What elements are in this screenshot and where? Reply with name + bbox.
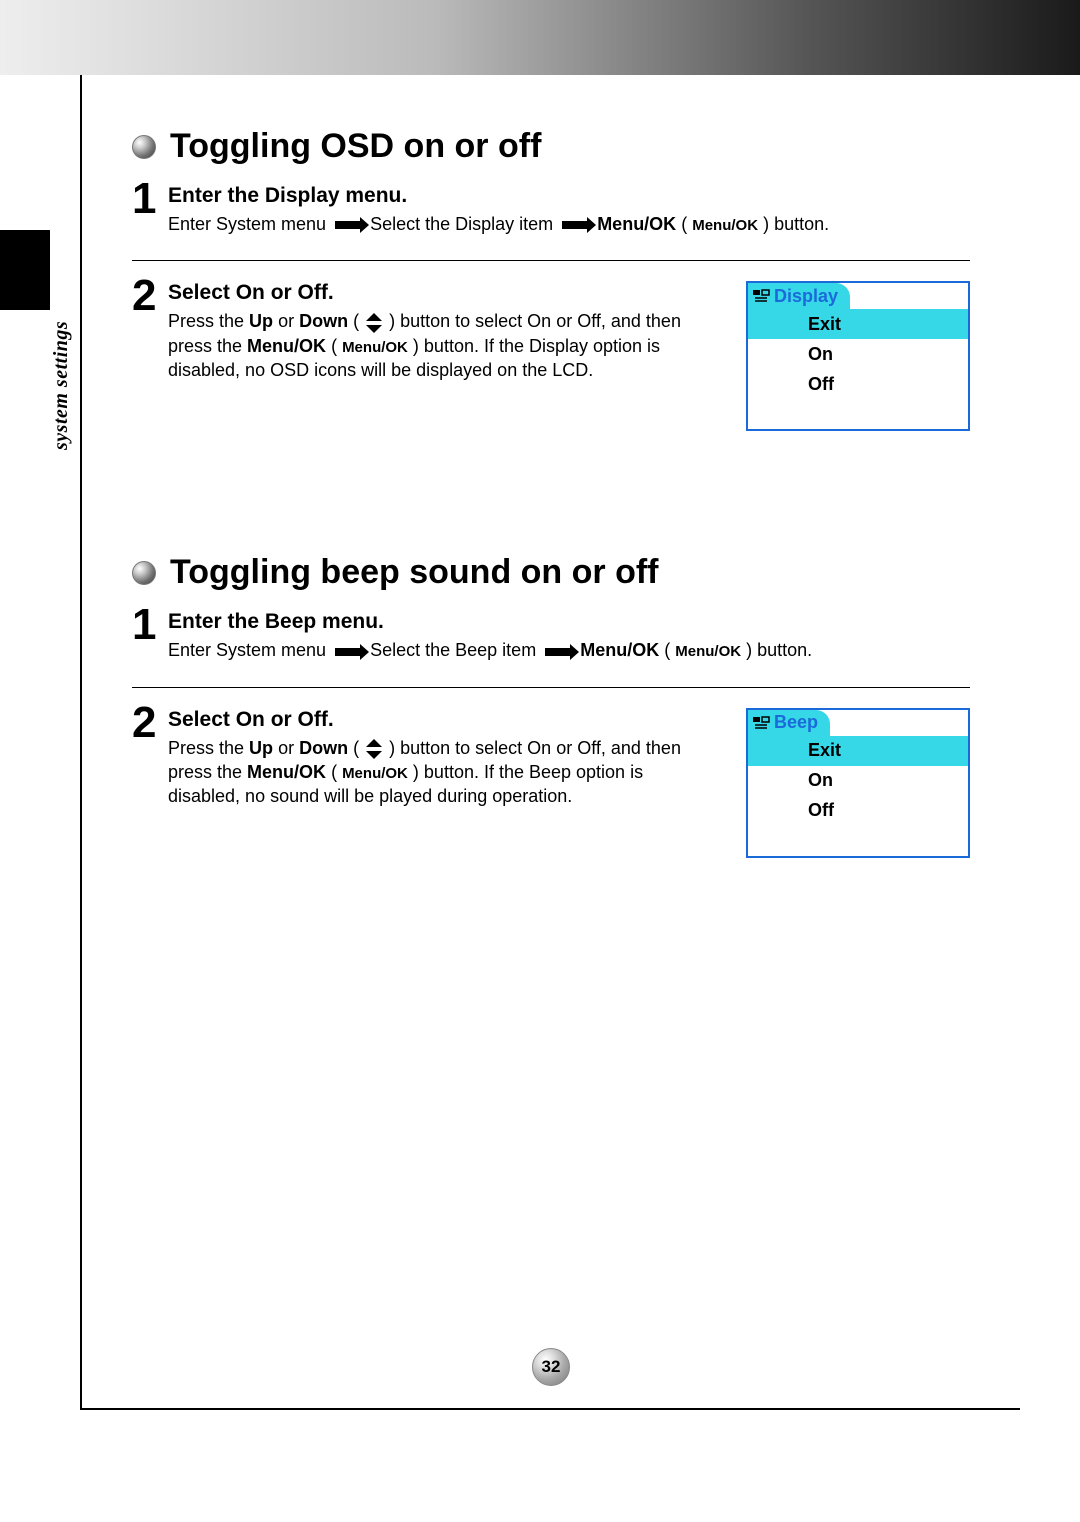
step-heading: Enter the Beep menu. — [168, 610, 970, 634]
menuok-label: Menu/OK — [580, 640, 659, 660]
text-fragment: Enter System menu — [168, 214, 331, 234]
menuok-label: Menu/OK — [597, 214, 676, 234]
text-fragment: or — [278, 738, 299, 758]
text-fragment: ( — [353, 311, 364, 331]
menu-item-exit: Exit — [748, 309, 968, 339]
step-heading: Enter the Display menu. — [168, 184, 970, 208]
side-black-tab — [0, 230, 50, 310]
step-heading: Select On or Off. — [168, 708, 716, 732]
step-2-osd: 2 Select On or Off. Press the Up or Down… — [132, 277, 970, 431]
step-1-beep: 1 Enter the Beep menu. Enter System menu… — [132, 606, 970, 662]
menuok-label: Menu/OK — [247, 336, 326, 356]
arrow-right-icon — [335, 648, 361, 656]
text-fragment: ) — [746, 640, 757, 660]
step-heading: Select On or Off. — [168, 281, 716, 305]
up-label: Up — [249, 311, 273, 331]
down-label: Down — [299, 738, 348, 758]
step-number: 2 — [132, 704, 168, 741]
text-fragment: button. — [774, 214, 829, 234]
text-fragment: Select the Beep item — [370, 640, 541, 660]
settings-icon — [752, 714, 770, 732]
bullet-icon — [132, 561, 156, 585]
text-fragment: ( — [331, 336, 342, 356]
menuok-button-label: Menu/OK — [342, 339, 408, 356]
menuok-button-label: Menu/OK — [675, 643, 741, 660]
down-label: Down — [299, 311, 348, 331]
menuok-label: Menu/OK — [247, 762, 326, 782]
menu-tab-label: Display — [774, 286, 838, 307]
section-title-text: Toggling beep sound on or off — [170, 553, 659, 592]
arrow-right-icon — [545, 648, 571, 656]
text-fragment: ) — [763, 214, 774, 234]
text-fragment: Press the — [168, 738, 249, 758]
text-fragment: Enter System menu — [168, 640, 331, 660]
step-text: Press the Up or Down ( ) button to selec… — [168, 736, 716, 809]
menuok-button-label: Menu/OK — [342, 765, 408, 782]
section-title-osd: Toggling OSD on or off — [132, 127, 970, 166]
text-fragment: ( — [681, 214, 692, 234]
step-number: 1 — [132, 180, 168, 217]
menuok-button-label: Menu/OK — [692, 217, 758, 234]
step-text: Enter System menu Select the Beep item M… — [168, 638, 970, 662]
divider — [132, 687, 970, 688]
text-fragment: Select the Display item — [370, 214, 558, 234]
menu-item-off: Off — [748, 369, 968, 399]
page-number: 32 — [532, 1348, 570, 1386]
side-section-label: system settings — [50, 321, 73, 450]
section-title-beep: Toggling beep sound on or off — [132, 553, 970, 592]
bullet-icon — [132, 135, 156, 159]
menu-item-exit: Exit — [748, 736, 968, 766]
text-fragment: Press the — [168, 311, 249, 331]
arrow-right-icon — [562, 221, 588, 229]
text-fragment: ( — [353, 738, 364, 758]
text-fragment: ( — [664, 640, 675, 660]
menu-tab-display: Display — [748, 283, 850, 309]
text-fragment: button. — [757, 640, 812, 660]
menu-tab-label: Beep — [774, 712, 818, 733]
text-fragment: ( — [331, 762, 342, 782]
up-label: Up — [249, 738, 273, 758]
section-title-text: Toggling OSD on or off — [170, 127, 541, 166]
step-number: 2 — [132, 277, 168, 314]
step-number: 1 — [132, 606, 168, 643]
text-fragment: or — [278, 311, 299, 331]
menu-spacer — [748, 826, 968, 856]
up-down-icon — [366, 739, 382, 759]
menu-item-off: Off — [748, 796, 968, 826]
menu-spacer — [748, 399, 968, 429]
page-number-text: 32 — [542, 1357, 561, 1377]
divider — [132, 260, 970, 261]
step-1-osd: 1 Enter the Display menu. Enter System m… — [132, 180, 970, 236]
step-text: Enter System menu Select the Display ite… — [168, 212, 970, 236]
step-2-beep: 2 Select On or Off. Press the Up or Down… — [132, 704, 970, 858]
step-text: Press the Up or Down ( ) button to selec… — [168, 309, 716, 382]
header-gradient — [0, 0, 1080, 75]
menu-item-on: On — [748, 766, 968, 796]
display-menu-box: Display Exit On Off — [746, 281, 970, 431]
beep-menu-box: Beep Exit On Off — [746, 708, 970, 858]
up-down-icon — [366, 313, 382, 333]
page-frame: Toggling OSD on or off 1 Enter the Displ… — [80, 75, 1020, 1410]
settings-icon — [752, 287, 770, 305]
menu-tab-beep: Beep — [748, 710, 830, 736]
arrow-right-icon — [335, 221, 361, 229]
menu-item-on: On — [748, 339, 968, 369]
